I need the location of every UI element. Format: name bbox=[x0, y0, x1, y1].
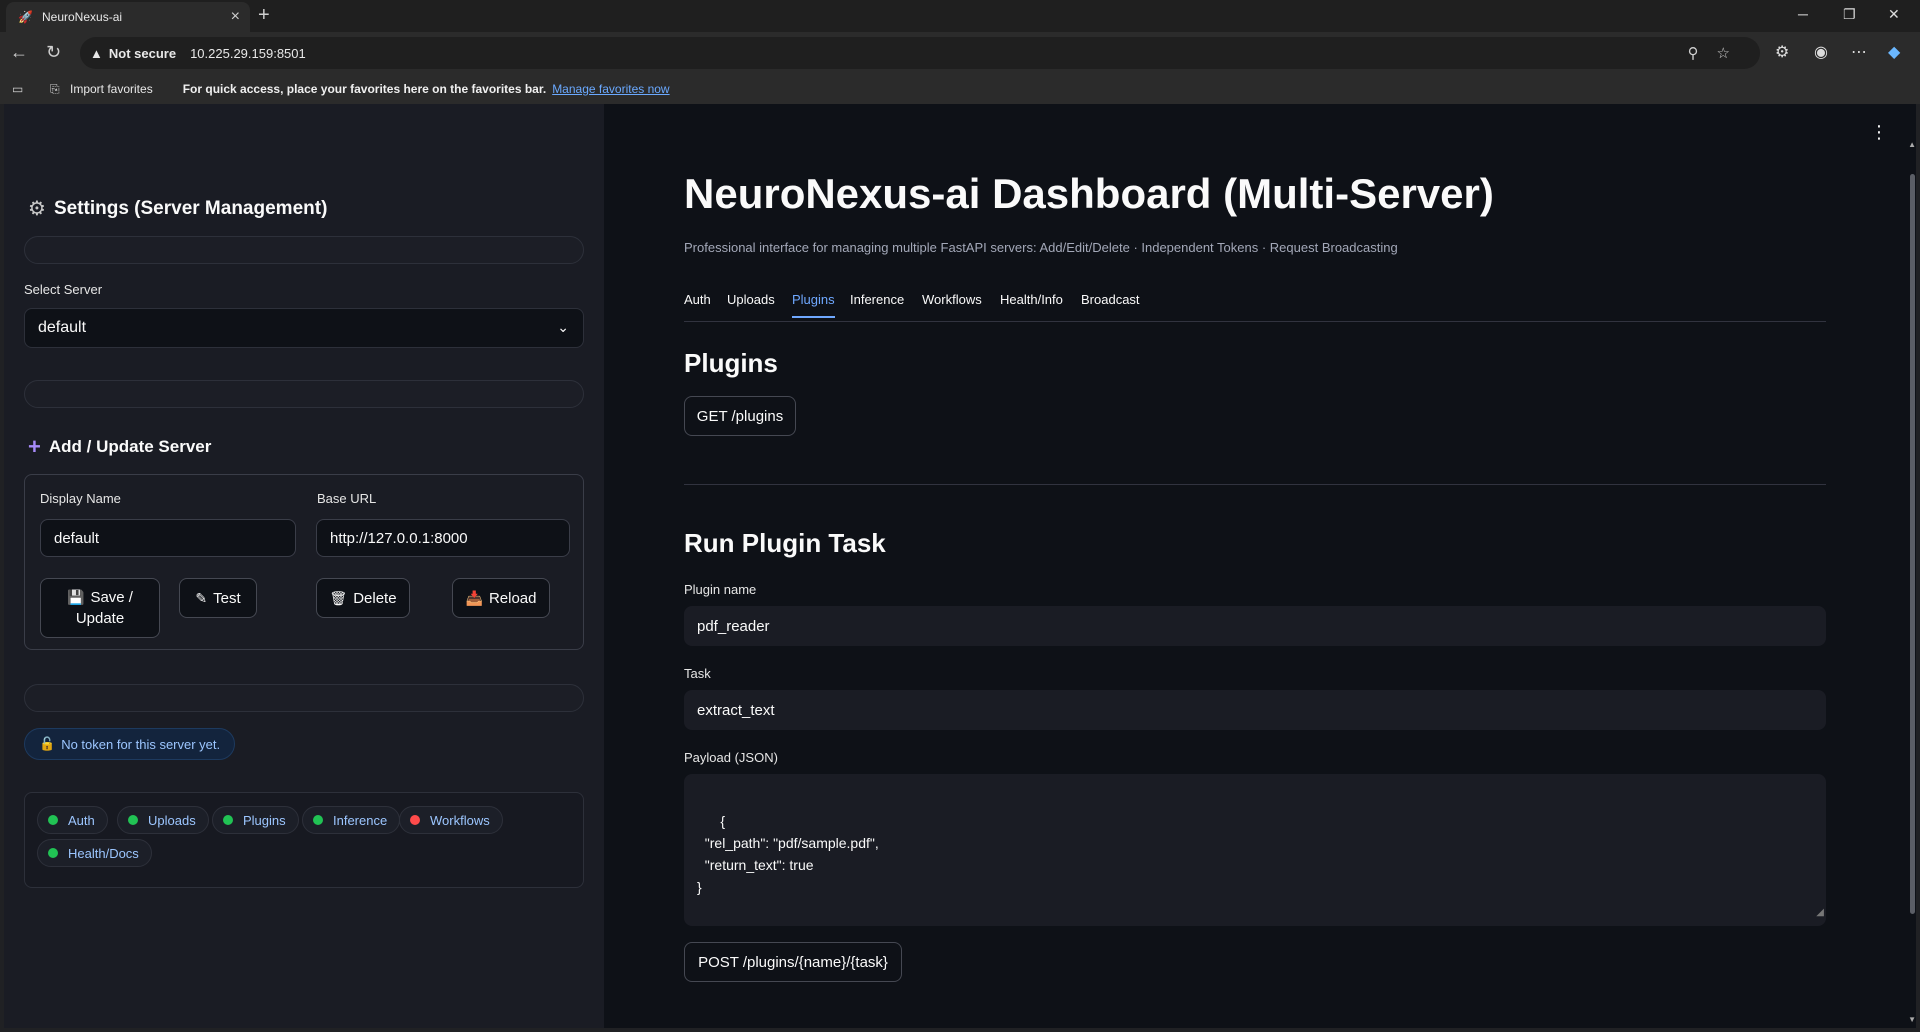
resize-handle-icon[interactable]: ◢ bbox=[1816, 902, 1824, 924]
add-update-heading: + Add / Update Server bbox=[28, 434, 212, 459]
payload-textarea[interactable]: { "rel_path": "pdf/sample.pdf", "return_… bbox=[684, 774, 1826, 926]
status-chip-health-docs: Health/Docs bbox=[37, 839, 152, 867]
streamlit-app: ⚙ Settings (Server Management) Select Se… bbox=[4, 104, 1916, 1028]
address-row: ← ↻ ▲ Not secure 10.225.29.159:8501 ⚲☆ ⚙… bbox=[0, 32, 1920, 74]
status-dot bbox=[48, 848, 58, 858]
divider bbox=[24, 380, 584, 408]
chevron-down-icon: ⌄ bbox=[557, 319, 569, 335]
delete-button[interactable]: 🗑 Delete bbox=[316, 578, 410, 618]
scrollbar[interactable]: ▲ ▼ bbox=[1908, 140, 1916, 1024]
status-dot bbox=[313, 815, 323, 825]
status-chip-auth: Auth bbox=[37, 806, 108, 834]
get-plugins-button[interactable]: GET /plugins bbox=[684, 396, 796, 436]
not-secure-label: Not secure bbox=[108, 45, 177, 61]
favorites-bar: ▭ ⎘ Import favorites For quick access, p… bbox=[0, 74, 1920, 104]
status-chip-inference: Inference bbox=[302, 806, 401, 834]
payload-label: Payload (JSON) bbox=[684, 750, 778, 765]
status-dot bbox=[223, 815, 233, 825]
run-plugin-task-heading: Run Plugin Task bbox=[684, 528, 886, 558]
divider bbox=[684, 484, 1826, 485]
plugin-name-input[interactable]: pdf_reader bbox=[684, 606, 1826, 646]
tab-title: NeuroNexus-ai bbox=[42, 10, 123, 24]
sidebar: ⚙ Settings (Server Management) Select Se… bbox=[4, 104, 604, 1028]
refresh-icon[interactable]: ↻ bbox=[46, 42, 61, 63]
plugin-name-label: Plugin name bbox=[684, 582, 757, 597]
gear-icon: ⚙ bbox=[28, 198, 46, 220]
warning-icon: ▲ bbox=[90, 45, 103, 61]
new-tab-icon[interactable]: + bbox=[258, 4, 270, 27]
server-form: Display Name default Base URL http://127… bbox=[24, 474, 584, 650]
minimize-icon[interactable]: ─ bbox=[1798, 6, 1808, 22]
restore-icon[interactable]: ❐ bbox=[1843, 6, 1856, 23]
tab-health-info[interactable]: Health/Info bbox=[1000, 292, 1063, 316]
close-tab-icon[interactable]: × bbox=[231, 8, 240, 26]
task-input[interactable]: extract_text bbox=[684, 690, 1826, 730]
pencil-icon: ✎ bbox=[195, 589, 208, 606]
display-name-label: Display Name bbox=[40, 491, 121, 506]
status-chip-workflows: Workflows bbox=[399, 806, 503, 834]
select-server-label: Select Server bbox=[24, 282, 103, 297]
plus-icon: + bbox=[28, 434, 41, 459]
tab-list: Auth Uploads Plugins Inference Workflows… bbox=[684, 284, 1826, 322]
browser-tab[interactable]: 🚀 NeuroNexus-ai × bbox=[6, 2, 250, 32]
status-chip-plugins: Plugins bbox=[212, 806, 299, 834]
tab-inference[interactable]: Inference bbox=[850, 292, 904, 316]
address-bar[interactable]: ▲ Not secure 10.225.29.159:8501 ⚲☆ bbox=[80, 37, 1760, 69]
main-content: ⋮ NeuroNexus-ai Dashboard (Multi-Server)… bbox=[604, 104, 1916, 1028]
base-url-input[interactable]: http://127.0.0.1:8000 bbox=[316, 519, 570, 557]
manage-favorites-link[interactable]: Manage favorites now bbox=[552, 82, 669, 96]
token-status-badge: 🔓 No token for this server yet. bbox=[24, 728, 236, 760]
tab-auth[interactable]: Auth bbox=[684, 292, 711, 316]
profile-avatar[interactable]: ◉ bbox=[1814, 42, 1828, 62]
endpoint-status-panel: Auth Uploads Plugins Inference Workflows… bbox=[24, 792, 584, 888]
tab-uploads[interactable]: Uploads bbox=[727, 292, 775, 316]
tab-workflows[interactable]: Workflows bbox=[922, 292, 982, 316]
browser-tab-bar: 🚀 NeuroNexus-ai × + ─ ❐ ✕ bbox=[0, 0, 1920, 32]
post-plugin-task-button[interactable]: POST /plugins/{name}/{task} bbox=[684, 942, 902, 982]
url-text: 10.225.29.159:8501 bbox=[190, 45, 306, 61]
status-dot bbox=[48, 815, 58, 825]
scroll-up-icon[interactable]: ▲ bbox=[1908, 140, 1916, 149]
reload-button[interactable]: 📥 Reload bbox=[452, 578, 550, 618]
status-dot bbox=[410, 815, 420, 825]
settings-heading: ⚙ Settings (Server Management) bbox=[28, 197, 328, 221]
favorites-message: For quick access, place your favorites h… bbox=[182, 82, 547, 96]
status-chip-uploads: Uploads bbox=[117, 806, 209, 834]
main-menu-icon[interactable]: ⋮ bbox=[1870, 122, 1888, 143]
display-name-input[interactable]: default bbox=[40, 519, 296, 557]
reload-icon: 📥 bbox=[465, 589, 483, 606]
tab-plugins[interactable]: Plugins bbox=[792, 292, 835, 318]
scroll-down-icon[interactable]: ▼ bbox=[1908, 1015, 1916, 1024]
more-menu-icon[interactable]: ⋯ bbox=[1851, 42, 1867, 62]
server-select[interactable]: default ⌄ bbox=[24, 308, 584, 348]
divider bbox=[24, 236, 584, 264]
reading-list-icon[interactable]: ▭ bbox=[12, 82, 23, 96]
extensions-icon[interactable]: ⚙ bbox=[1775, 42, 1789, 62]
import-icon: ⎘ bbox=[50, 81, 60, 96]
back-icon[interactable]: ← bbox=[10, 42, 28, 63]
task-label: Task bbox=[684, 666, 711, 681]
status-dot bbox=[128, 815, 138, 825]
save-update-button[interactable]: 💾 Save / Update bbox=[40, 578, 160, 638]
copilot-icon[interactable]: ◆ bbox=[1888, 42, 1900, 62]
page-subtitle: Professional interface for managing mult… bbox=[684, 240, 1398, 255]
address-bar-actions[interactable]: ⚲☆ bbox=[1688, 44, 1748, 62]
rocket-icon: 🚀 bbox=[18, 10, 33, 24]
test-button[interactable]: ✎ Test bbox=[179, 578, 257, 618]
divider bbox=[24, 684, 584, 712]
close-window-icon[interactable]: ✕ bbox=[1888, 6, 1900, 23]
tab-broadcast[interactable]: Broadcast bbox=[1081, 292, 1140, 316]
unlock-icon: 🔓 bbox=[39, 736, 56, 751]
import-favorites-link[interactable]: Import favorites bbox=[70, 82, 153, 96]
trash-icon: 🗑 bbox=[329, 589, 348, 606]
plugins-heading: Plugins bbox=[684, 348, 778, 378]
scrollbar-thumb[interactable] bbox=[1910, 174, 1915, 914]
page-title: NeuroNexus-ai Dashboard (Multi-Server) bbox=[684, 170, 1494, 217]
base-url-label: Base URL bbox=[317, 491, 377, 506]
floppy-disk-icon: 💾 bbox=[67, 589, 85, 605]
